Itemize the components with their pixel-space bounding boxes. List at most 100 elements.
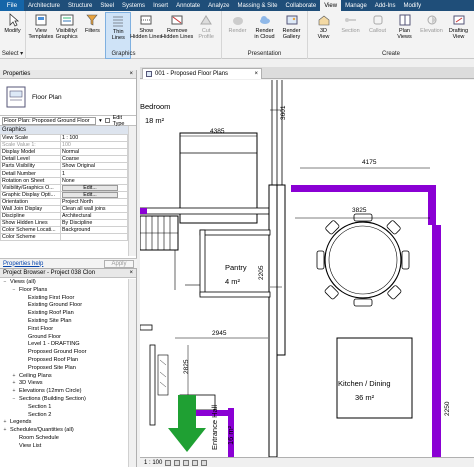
property-value[interactable]: Show Original — [60, 162, 128, 171]
property-value[interactable]: Normal — [60, 148, 128, 157]
render-label: Render — [228, 28, 247, 34]
property-value[interactable]: Architectural — [60, 212, 128, 221]
tab-massing-site[interactable]: Massing & Site — [233, 0, 281, 11]
edit-button[interactable]: Edit... — [62, 192, 118, 198]
browser-scrollbar[interactable] — [128, 279, 136, 467]
dimension-label[interactable]: 2250 — [444, 402, 451, 416]
shadows-icon[interactable] — [192, 459, 199, 466]
tab-annotate[interactable]: Annotate — [172, 0, 204, 11]
properties-scrollbar[interactable] — [128, 126, 136, 256]
property-value[interactable]: Project North — [60, 197, 128, 206]
tab-manage[interactable]: Manage — [341, 0, 371, 11]
properties-help-link[interactable]: Properties help — [3, 261, 43, 267]
view-tab-close-icon[interactable]: × — [254, 71, 258, 77]
view-tab-floor-plans[interactable]: 001 - Proposed Floor Plans × — [142, 68, 262, 79]
dimension-label[interactable]: 2825 — [183, 360, 190, 374]
browser-item-label: Existing Site Plan — [28, 317, 72, 324]
type-selector[interactable]: Floor Plan — [0, 79, 136, 116]
browser-item[interactable]: Section 2 — [0, 412, 136, 420]
tab-architecture[interactable]: Architecture — [24, 0, 64, 11]
expand-toggle-icon[interactable]: − — [2, 279, 8, 287]
property-value[interactable]: By Discipline — [60, 219, 128, 228]
dimension-label[interactable]: 4175 — [362, 159, 376, 166]
property-value[interactable]: Clean all wall joins — [60, 204, 128, 214]
dimension-label[interactable]: 3825 — [352, 207, 366, 214]
tab-analyze[interactable]: Analyze — [204, 0, 233, 11]
browser-item-label: Proposed Ground Floor — [28, 349, 87, 356]
browser-item[interactable]: Existing First Floor — [0, 295, 136, 303]
expand-toggle-icon[interactable]: − — [11, 287, 17, 295]
browser-item[interactable]: Proposed Roof Plan — [0, 357, 136, 365]
expand-toggle-icon[interactable]: + — [2, 427, 8, 435]
property-value[interactable] — [60, 233, 128, 242]
apply-button[interactable]: Apply — [104, 259, 134, 268]
browser-item[interactable]: + Legends — [0, 419, 136, 427]
browser-item[interactable]: View List — [0, 443, 136, 451]
expand-toggle-icon[interactable]: + — [11, 388, 17, 396]
expand-toggle-icon[interactable]: − — [11, 396, 17, 404]
detail-level-icon[interactable] — [165, 459, 172, 466]
browser-item[interactable]: Section 1 — [0, 404, 136, 412]
room-area-entrance-hall: 16 m² — [226, 425, 235, 445]
browser-item[interactable]: Ground Floor — [0, 334, 136, 342]
project-browser-close-icon[interactable]: × — [129, 270, 133, 276]
browser-item-label: 3D Views — [19, 380, 43, 387]
file-tab[interactable]: File — [0, 0, 24, 11]
dimension-label[interactable]: 2945 — [212, 330, 226, 337]
tab-systems[interactable]: Systems — [118, 0, 149, 11]
browser-item[interactable]: Proposed Ground Floor — [0, 349, 136, 357]
visual-style-icon[interactable] — [174, 459, 181, 466]
room-name-pantry[interactable]: Pantry — [225, 263, 247, 272]
property-value[interactable]: 1 : 100 — [60, 133, 128, 143]
property-value[interactable]: None — [60, 176, 128, 185]
property-value[interactable]: 1 — [60, 169, 128, 178]
browser-item[interactable]: − Sections (Building Section) — [0, 396, 136, 404]
chevron-down-icon[interactable]: ▾ — [99, 118, 102, 124]
browser-item[interactable]: + Ceiling Plans — [0, 373, 136, 381]
sun-path-icon[interactable] — [183, 459, 190, 466]
tab-insert[interactable]: Insert — [149, 0, 172, 11]
graphics-group-header[interactable]: Graphics — [0, 126, 136, 134]
expand-toggle-icon[interactable]: + — [11, 380, 17, 388]
edit-button[interactable]: Edit... — [62, 185, 118, 191]
edit-type-button[interactable]: Edit Type — [113, 115, 134, 127]
browser-item[interactable]: − Floor Plans — [0, 287, 136, 295]
property-value[interactable]: Edit... — [60, 183, 128, 192]
property-value[interactable]: 100 — [60, 141, 128, 150]
browser-item[interactable]: +3D Views — [0, 380, 136, 388]
browser-item[interactable]: Existing Ground Floor — [0, 302, 136, 310]
drawing-canvas[interactable]: Bedroom 18 m² Pantry 4 m² Kitchen / Dini… — [140, 80, 474, 457]
room-name-bedroom[interactable]: Bedroom — [140, 102, 170, 111]
tab-collaborate[interactable]: Collaborate — [282, 0, 321, 11]
browser-item[interactable]: + Schedules/Quantities (all) — [0, 427, 136, 435]
tab-modify[interactable]: Modify — [399, 0, 425, 11]
browser-item[interactable]: Proposed Site Plan — [0, 365, 136, 373]
browser-item[interactable]: Level 1 - DRAFTING — [0, 341, 136, 349]
room-name-entrance-hall[interactable]: Entrance Hall — [210, 405, 219, 450]
tab-steel[interactable]: Steel — [96, 0, 118, 11]
browser-item[interactable]: Room Schedule — [0, 435, 136, 443]
expand-toggle-icon[interactable]: + — [2, 419, 8, 427]
browser-item[interactable]: First Floor — [0, 326, 136, 334]
browser-item[interactable]: + Elevations (12mm Circle) — [0, 388, 136, 396]
property-value[interactable]: Coarse — [60, 155, 128, 164]
property-value[interactable]: Edit... — [60, 190, 128, 199]
expand-toggle-icon[interactable]: + — [11, 373, 17, 381]
view-scale[interactable]: 1 : 100 — [144, 460, 162, 466]
dimension-label[interactable]: 3601 — [280, 106, 287, 120]
tab-structure[interactable]: Structure — [64, 0, 96, 11]
property-value[interactable]: Background — [60, 226, 128, 235]
crop-view-icon[interactable] — [201, 459, 208, 466]
dimension-label[interactable]: 2205 — [258, 266, 265, 280]
browser-item[interactable]: − Views (all) — [0, 279, 136, 287]
properties-close-icon[interactable]: × — [129, 71, 133, 77]
instance-select-dropdown[interactable]: Floor Plan: Proposed Ground Floor — [2, 116, 96, 125]
browser-item[interactable]: Existing Roof Plan — [0, 310, 136, 318]
room-name-kitchen[interactable]: Kitchen / Dining — [338, 379, 391, 388]
browser-item[interactable]: Existing Site Plan — [0, 318, 136, 326]
dimension-label[interactable]: 4385 — [210, 128, 224, 135]
select-group-label[interactable]: Select ▾ — [0, 50, 25, 57]
tab-add-ins[interactable]: Add-Ins — [371, 0, 400, 11]
tab-view[interactable]: View — [320, 0, 342, 11]
revit-window: File Architecture Structure Steel System… — [0, 0, 474, 467]
